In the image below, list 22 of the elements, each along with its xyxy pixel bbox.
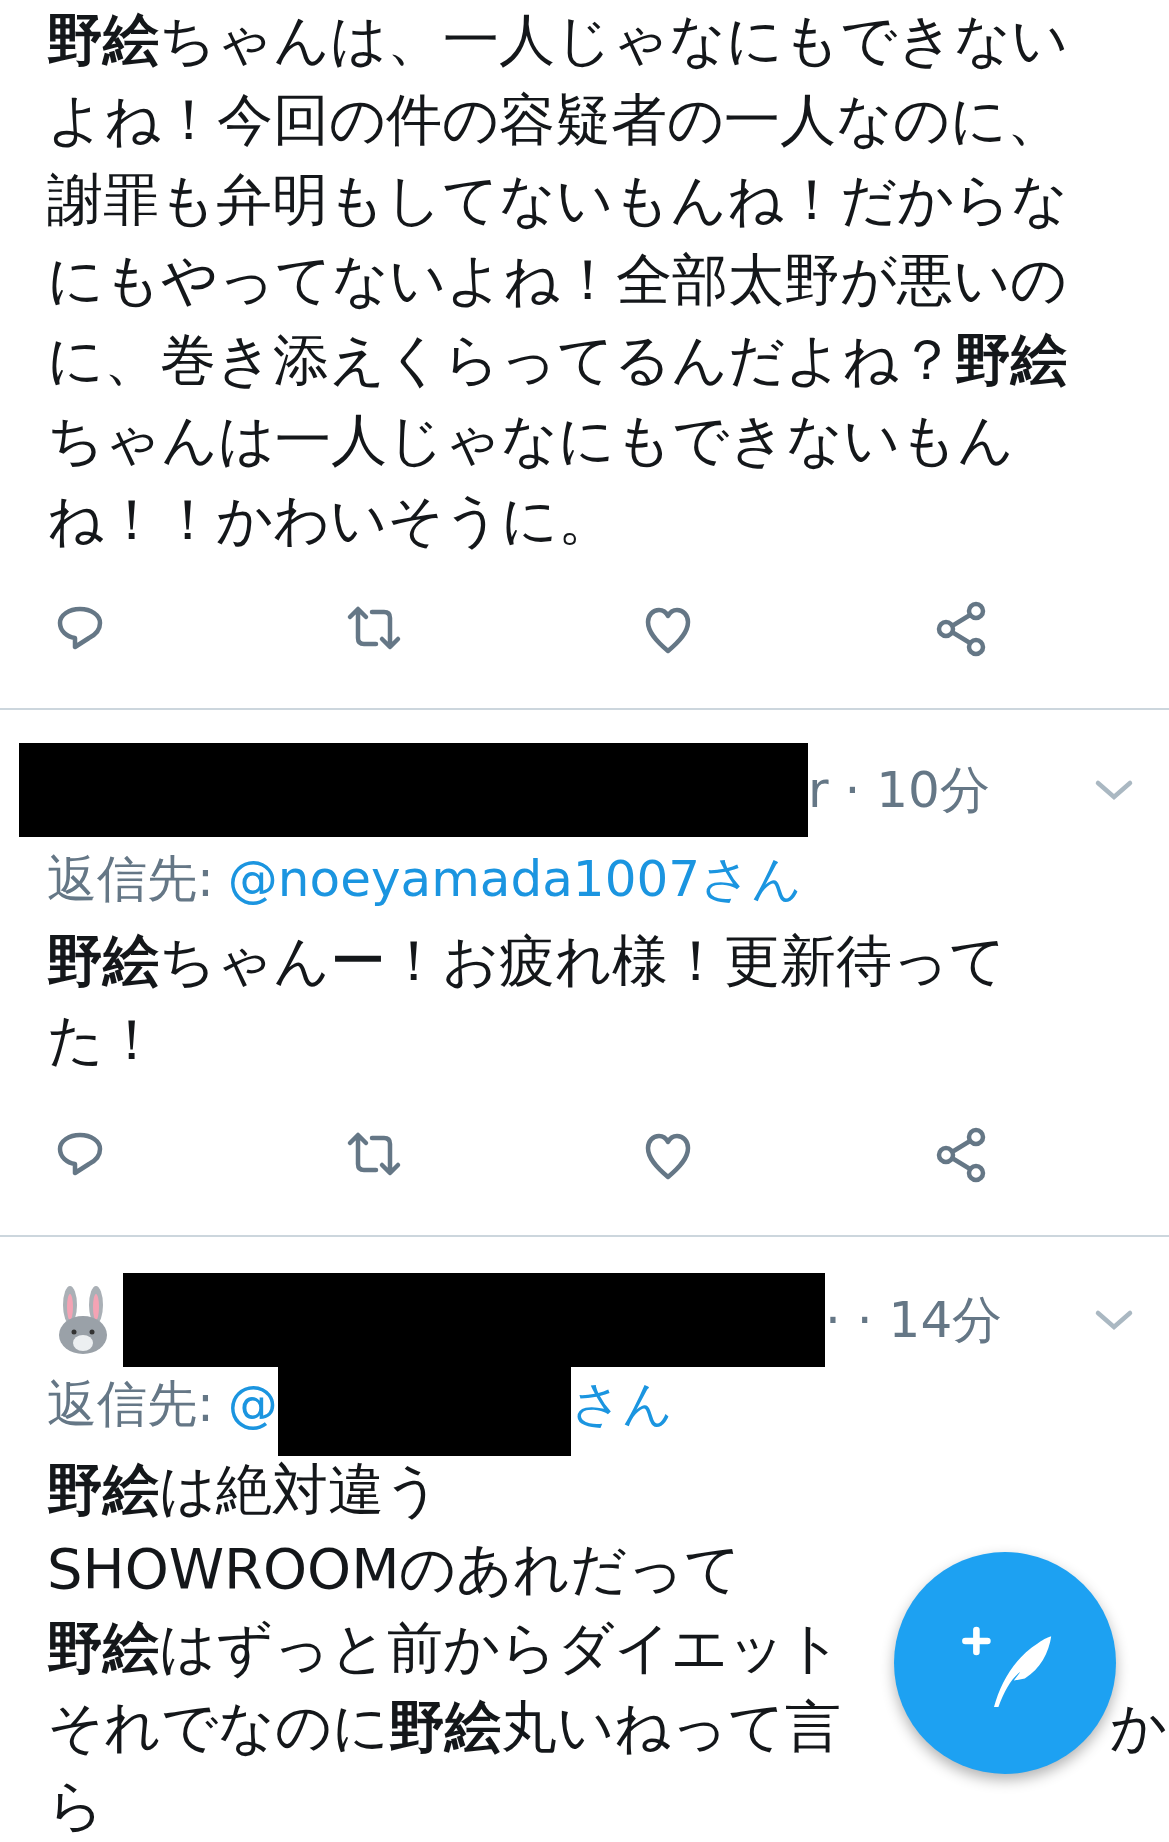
- tweet-text-fragment: か: [1110, 1693, 1167, 1761]
- tweet-text-line: にもやってないよね！全部太野が悪いの: [47, 246, 1067, 314]
- tweet-text-line: ちゃんは一人じゃなにもできないもん: [47, 406, 1014, 474]
- tweet-text-line: SHOWROOMのあれだって: [47, 1535, 742, 1603]
- tweet-text-line: よね！今回の件の容疑者の一人なのに、: [47, 86, 1063, 154]
- tweet-meta: r · 10分: [808, 759, 990, 821]
- tweet-text-line: 謝罪も弁明もしてないもんね！だからな: [47, 166, 1068, 234]
- tweet-text-line: 野絵ちゃんは、一人じゃなにもできない: [47, 6, 1068, 74]
- tweet-meta: · · 14分: [825, 1289, 1003, 1351]
- mention-link[interactable]: @: [227, 1366, 278, 1442]
- reply-to-label: 返信先:: [47, 1373, 214, 1435]
- tweet-text-line: に、巻き添えくらってるんだよね？野絵: [47, 326, 1067, 394]
- tweet-text-line: それでなのに野絵丸いねって言: [47, 1693, 841, 1761]
- reply-to-label: 返信先:: [47, 848, 214, 910]
- tweet-text-line: 野絵はずっと前からダイエット: [47, 1614, 842, 1682]
- tweet-text-line: ね！！かわいそうに。: [47, 486, 614, 554]
- tweet-text-line: ら: [47, 1772, 104, 1840]
- tweet-text-line: 野絵は絶対違う: [47, 1456, 441, 1524]
- mention-link[interactable]: @noeyamada1007さん: [227, 841, 803, 917]
- tweet-text-line: た！: [47, 1006, 160, 1074]
- mention-suffix[interactable]: さん: [570, 1366, 673, 1442]
- tweet-text-line: 野絵ちゃんー！お疲れ様！更新待って: [47, 927, 1006, 995]
